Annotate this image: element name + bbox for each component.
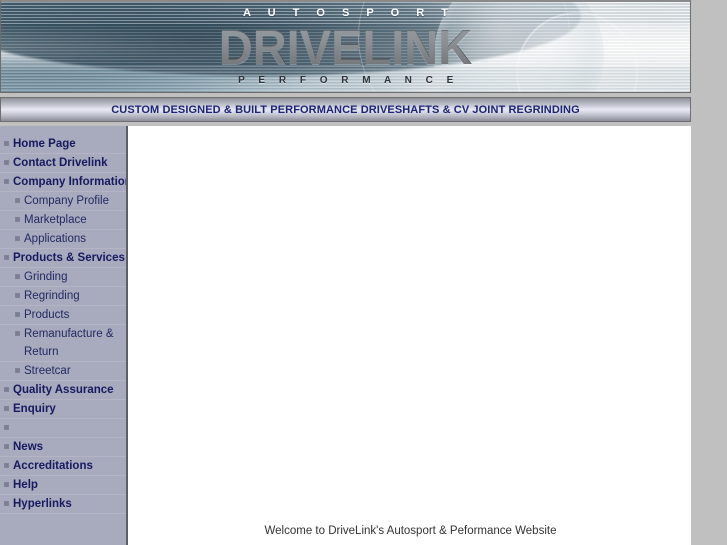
- bullet-icon: [5, 426, 8, 429]
- bullet-icon: [16, 369, 19, 372]
- sidebar-item-label: Quality Assurance: [13, 384, 114, 396]
- sidebar-item-enquiry[interactable]: Enquiry: [0, 400, 126, 419]
- bullet-icon: [5, 256, 8, 259]
- sidebar-item-label: Company Profile: [24, 195, 110, 207]
- site-banner: A U T O S P O R T DRIVELINK P E R F O R …: [0, 0, 691, 93]
- bullet-icon: [5, 180, 8, 183]
- sidebar-item-company-profile[interactable]: Company Profile: [0, 192, 126, 211]
- bullet-icon: [5, 142, 8, 145]
- sidebar-item-grinding[interactable]: Grinding: [0, 268, 126, 287]
- sidebar-item-remanufacture-return[interactable]: Remanufacture & Return: [0, 325, 126, 362]
- sidebar-item-label: Products & Services: [13, 252, 125, 264]
- sidebar-item-label: Products: [24, 309, 70, 321]
- sidebar-nav-list: Home Page Contact Drivelink Company Inform…: [0, 126, 126, 514]
- logo-kicker-autosport: A U T O S P O R T: [243, 7, 455, 19]
- logo-wordmark-drivelink: DRIVELINK: [15, 20, 676, 76]
- tagline-bar: CUSTOM DESIGNED & BUILT PERFORMANCE DRIV…: [0, 97, 691, 122]
- sidebar-item-label: Applications: [24, 233, 87, 245]
- body-area: Home Page Contact Drivelink Company Inform…: [0, 126, 691, 545]
- sidebar-item-products-services[interactable]: Products & Services: [0, 249, 126, 268]
- sidebar-item-label: Regrinding: [24, 290, 80, 302]
- sidebar-item-regrinding[interactable]: Regrinding: [0, 287, 126, 306]
- bullet-icon: [16, 313, 19, 316]
- bullet-icon: [5, 502, 8, 505]
- sidebar-item-news[interactable]: News: [0, 438, 126, 457]
- sidebar-item-label: Remanufacture & Return: [24, 328, 114, 358]
- sidebar-item-contact-drivelink[interactable]: Contact Drivelink: [0, 154, 126, 173]
- sidebar-item-products[interactable]: Products: [0, 306, 126, 325]
- bullet-icon: [5, 445, 8, 448]
- sidebar-item-help[interactable]: Help: [0, 476, 126, 495]
- welcome-message: Welcome to DriveLink's Autosport & Pefor…: [264, 525, 557, 537]
- content-pane: Welcome to DriveLink's Autosport & Pefor…: [130, 126, 691, 545]
- sidebar-item-label: Contact Drivelink: [13, 157, 108, 169]
- logo-subline-performance: P E R F O R M A N C E: [238, 75, 459, 86]
- sidebar-item-label: Help: [13, 479, 38, 491]
- bullet-icon: [5, 161, 8, 164]
- sidebar-item-marketplace[interactable]: Marketplace: [0, 211, 126, 230]
- tagline-text: CUSTOM DESIGNED & BUILT PERFORMANCE DRIV…: [111, 103, 580, 116]
- bullet-icon: [5, 407, 8, 410]
- bullet-icon: [16, 218, 19, 221]
- sidebar-item-label: News: [13, 441, 44, 453]
- sidebar-item-label: Marketplace: [24, 214, 87, 226]
- sidebar-navigation: Home Page Contact Drivelink Company Inform…: [0, 126, 128, 545]
- bullet-icon: [16, 237, 19, 240]
- sidebar-item-label: Accreditations: [13, 460, 93, 472]
- sidebar-item-label: Enquiry: [13, 403, 56, 415]
- sidebar-item-label: Grinding: [24, 271, 68, 283]
- bullet-icon: [16, 199, 19, 202]
- sidebar-item-home-page[interactable]: Home Page: [0, 135, 126, 154]
- sidebar-item-spacer: [0, 419, 126, 438]
- bullet-icon: [5, 483, 8, 486]
- bullet-icon: [16, 294, 19, 297]
- sidebar-item-label: Home Page: [13, 138, 76, 150]
- sidebar-item-label: Company Information: [13, 176, 128, 188]
- sidebar-item-accreditations[interactable]: Accreditations: [0, 457, 126, 476]
- sidebar-item-label: Hyperlinks: [13, 498, 72, 510]
- sidebar-item-streetcar[interactable]: Streetcar: [0, 362, 126, 381]
- bullet-icon: [5, 388, 8, 391]
- page-root: A U T O S P O R T DRIVELINK P E R F O R …: [0, 0, 727, 545]
- sidebar-item-label: Streetcar: [24, 365, 71, 377]
- banner-logo-text: A U T O S P O R T DRIVELINK P E R F O R …: [1, 2, 690, 92]
- sidebar-item-company-information[interactable]: Company Information: [0, 173, 126, 192]
- sidebar-item-hyperlinks[interactable]: Hyperlinks: [0, 495, 126, 514]
- bullet-icon: [16, 275, 19, 278]
- sidebar-item-applications[interactable]: Applications: [0, 230, 126, 249]
- bullet-icon: [16, 332, 19, 335]
- bullet-icon: [5, 464, 8, 467]
- sidebar-item-quality-assurance[interactable]: Quality Assurance: [0, 381, 126, 400]
